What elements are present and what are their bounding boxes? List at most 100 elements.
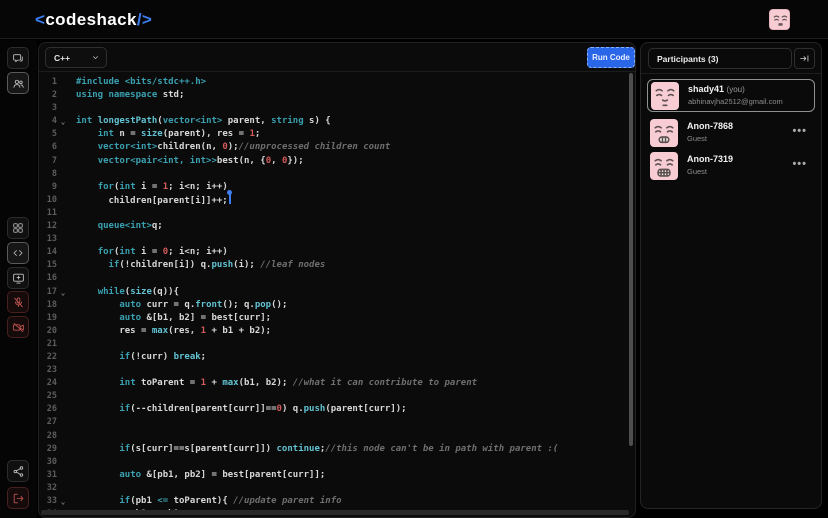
code-text: queue<int>q; [76,220,163,233]
fold-chevron-icon[interactable]: ⌄ [57,495,69,508]
code-line[interactable]: 31 auto &[pb1, pb2] = best[parent[curr]]… [39,469,629,482]
participants-title: Participants (3) [648,48,792,69]
mic-mute-button[interactable] [7,291,29,313]
fold-chevron-icon[interactable]: ⌄ [57,286,69,299]
vertical-scrollbar-thumb[interactable] [629,73,633,446]
participant-menu-button[interactable]: ••• [792,158,807,170]
code-text: vector<int>children(n, 0);//unprocessed … [76,141,390,154]
code-text: if(pb1 <= toParent){ //update parent inf… [76,495,342,508]
code-line[interactable]: 1#include <bits/stdc++.h> [39,76,629,89]
participant-row[interactable]: shady41 (you) abhinavjha2512@gmail.com [647,79,815,112]
code-line[interactable]: 13 [39,233,629,246]
participant-menu-button[interactable]: ••• [792,125,807,137]
horizontal-scrollbar[interactable] [41,510,629,515]
participant-name: Anon-7868 [687,121,733,131]
participant-avatar [651,82,679,110]
share-session-button[interactable] [7,460,29,482]
fold-chevron-icon[interactable]: ⌄ [57,115,69,128]
code-line[interactable]: 25 [39,390,629,403]
participant-you-tag: (you) [727,85,745,94]
code-view-button[interactable] [7,242,29,264]
code-line[interactable]: 33⌄ if(pb1 <= toParent){ //update parent… [39,495,629,508]
code-line[interactable]: 2 using namespace std; [39,89,629,102]
code-line[interactable]: 17⌄ while(size(q)){ [39,286,629,299]
line-number: 17 [39,286,57,299]
code-line[interactable]: 27 [39,416,629,429]
line-number: 5 [39,128,57,141]
code-text: int toParent = 1 + max(b1, b2); //what i… [76,377,477,390]
line-number: 6 [39,141,57,154]
line-number: 10 [39,194,57,207]
code-text: auto &[pb1, pb2] = best[parent[curr]]; [76,469,325,482]
camera-off-icon [12,321,25,334]
code-line[interactable]: 10 children[parent[i]]++; [39,194,629,207]
code-text: if(!children[i]) q.push(i); //leaf nodes [76,259,325,272]
code-line[interactable]: 19 auto &[b1, b2] = best[curr]; [39,312,629,325]
code-line[interactable]: 18 auto curr = q.front(); q.pop(); [39,299,629,312]
code-text: if(!curr) break; [76,351,206,364]
apps-grid-button[interactable] [7,217,29,239]
line-number: 30 [39,456,57,469]
code-line[interactable]: 32 [39,482,629,495]
code-line[interactable]: 26 if(--children[parent[curr]]==0) q.pus… [39,403,629,416]
line-number: 2 [39,89,57,102]
code-line[interactable]: 28 [39,430,629,443]
code-icon [12,247,24,259]
participant-subtitle: Guest [687,134,733,143]
run-code-button[interactable]: Run Code [587,47,635,68]
line-number: 7 [39,155,57,168]
top-bar: <codeshack/> [0,0,828,39]
code-line[interactable]: 8 [39,168,629,181]
vertical-scrollbar[interactable] [629,73,633,513]
share-icon [12,465,25,478]
code-line[interactable]: 11 [39,207,629,220]
avatar-face-icon [650,152,678,180]
code-line[interactable]: 6 vector<int>children(n, 0);//unprocesse… [39,141,629,154]
code-line[interactable]: 3 [39,102,629,115]
participant-name: shady41 [688,84,724,94]
code-line[interactable]: 4⌄int longestPath(vector<int> parent, st… [39,115,629,128]
code-line[interactable]: 15 if(!children[i]) q.push(i); //leaf no… [39,259,629,272]
screen-share-button[interactable] [7,267,29,289]
code-line[interactable]: 20 res = max(res, 1 + b1 + b2); [39,325,629,338]
code-line[interactable]: 22 if(!curr) break; [39,351,629,364]
code-line[interactable]: 30 [39,456,629,469]
line-number: 15 [39,259,57,272]
line-number: 21 [39,338,57,351]
participants-button[interactable] [7,72,29,94]
chat-button[interactable] [7,47,29,69]
code-line[interactable]: 7 vector<pair<int, int>>best(n, {0, 0}); [39,155,629,168]
language-select[interactable]: C++ [45,47,107,68]
leave-room-button[interactable] [7,487,29,509]
line-number: 25 [39,390,57,403]
left-toolbar [0,40,37,518]
code-line[interactable]: 23 [39,364,629,377]
code-line[interactable]: 14 for(int i = 0; i<n; i++) [39,246,629,259]
line-number: 20 [39,325,57,338]
code-line[interactable]: 16 [39,272,629,285]
participant-row[interactable]: Anon-7319 Guest ••• [647,150,815,183]
camera-off-button[interactable] [7,316,29,338]
line-number: 28 [39,430,57,443]
code-text: int longestPath(vector<int> parent, stri… [76,115,331,128]
code-line[interactable]: 12 queue<int>q; [39,220,629,233]
code-line[interactable]: 29 if(s[curr]==s[parent[curr]]) continue… [39,443,629,456]
line-number: 32 [39,482,57,495]
participant-subtitle: Guest [687,167,733,176]
code-line[interactable]: 9 for(int i = 1; i<n; i++) [39,181,629,194]
collapse-panel-button[interactable] [794,48,815,69]
code-text: if(s[curr]==s[parent[curr]]) continue;//… [76,443,558,456]
code-text: for(int i = 0; i<n; i++) [76,246,228,259]
code-text: using namespace std; [76,89,184,102]
user-avatar[interactable] [769,9,790,30]
code-line[interactable]: 5 int n = size(parent), res = 1; [39,128,629,141]
code-editor[interactable]: 1#include <bits/stdc++.h>2 using namespac… [39,73,629,513]
participant-row[interactable]: Anon-7868 Guest ••• [647,117,815,150]
code-line[interactable]: 21 [39,338,629,351]
collapse-arrow-icon [799,53,810,64]
line-number: 22 [39,351,57,364]
code-line[interactable]: 24 int toParent = 1 + max(b1, b2); //wha… [39,377,629,390]
line-number: 13 [39,233,57,246]
line-number: 16 [39,272,57,285]
participant-subtitle: abhinavjha2512@gmail.com [688,97,783,106]
